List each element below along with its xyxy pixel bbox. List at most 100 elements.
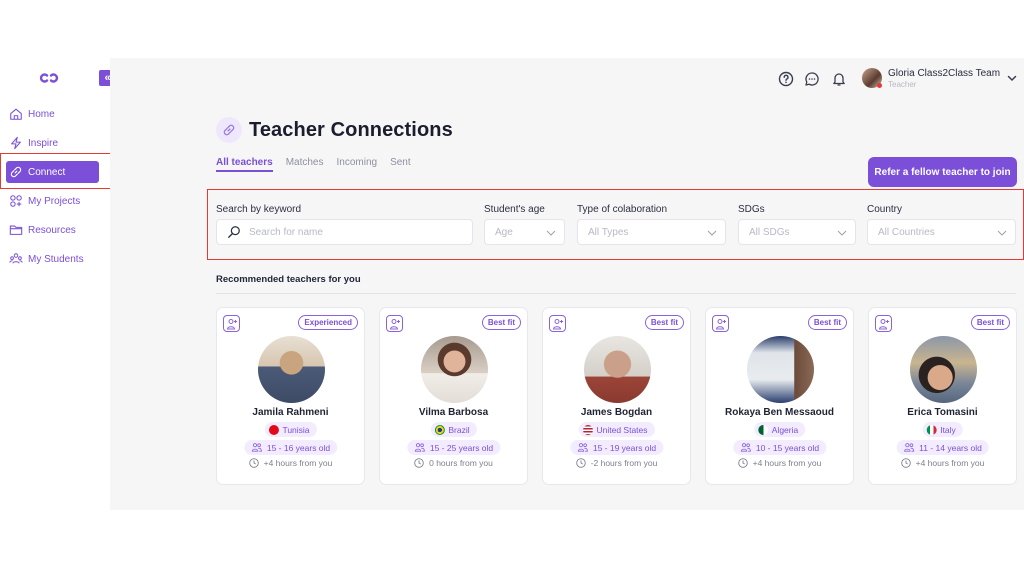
teacher-name[interactable]: Erica Tomasini — [869, 407, 1016, 418]
lightning-icon — [11, 136, 21, 150]
timezone: 0 hours from you — [380, 458, 527, 468]
sidebar-item-my-projects[interactable]: My Projects — [6, 190, 99, 212]
tab-sent[interactable]: Sent — [390, 157, 411, 172]
teacher-badge: Best fit — [807, 315, 847, 330]
age-filter: Student's age Age — [484, 204, 565, 245]
sidebar-item-my-students[interactable]: My Students — [6, 248, 99, 270]
teacher-badge: Best fit — [481, 315, 521, 330]
age-label: Student's age — [484, 204, 545, 215]
country-pill: Tunisia — [264, 422, 317, 437]
topbar: Gloria Class2Class Team Teacher — [764, 58, 1024, 100]
country-pill: Algeria — [753, 422, 806, 437]
title-link-icon-badge — [216, 117, 242, 143]
teacher-name[interactable]: Vilma Barbosa — [380, 407, 527, 418]
students-icon — [740, 443, 751, 452]
add-user-icon — [226, 318, 237, 329]
teacher-photo — [421, 336, 488, 403]
teacher-age-range: 15 - 19 years old — [592, 442, 657, 453]
home-icon — [10, 108, 22, 120]
teacher-name[interactable]: James Bogdan — [543, 407, 690, 418]
teacher-name[interactable]: Jamila Rahmeni — [217, 407, 364, 418]
divider — [216, 293, 1016, 294]
sidebar: « Home Inspire Connect My Projects Resou… — [0, 58, 116, 510]
country-pill: Italy — [922, 422, 963, 437]
sidebar-item-inspire[interactable]: Inspire — [6, 132, 99, 154]
age-select[interactable]: Age — [484, 219, 565, 245]
italy-flag-icon — [926, 424, 937, 435]
status-indicator — [877, 83, 882, 88]
teacher-photo — [910, 336, 977, 403]
chat-icon[interactable] — [804, 71, 820, 87]
sidebar-item-home[interactable]: Home — [6, 103, 99, 125]
teacher-name[interactable]: Rokaya Ben Messaoud — [706, 407, 853, 418]
teacher-card[interactable]: Best fit James Bogdan United States 15 -… — [542, 307, 691, 485]
keyword-filter: Search by keyword — [216, 204, 473, 245]
chevron-down-icon — [546, 230, 556, 236]
clock-icon — [414, 458, 424, 468]
country-select[interactable]: All Countries — [867, 219, 1016, 245]
clock-icon — [737, 458, 748, 468]
class2class-logo-icon[interactable] — [38, 72, 60, 84]
teacher-photo — [584, 336, 651, 403]
teacher-card[interactable]: Best fit Rokaya Ben Messaoud Algeria 10 … — [705, 307, 854, 485]
age-select-value: Age — [495, 226, 513, 238]
add-connection-button[interactable] — [386, 315, 403, 332]
teacher-photo — [747, 336, 814, 403]
sidebar-item-resources[interactable]: Resources — [6, 219, 99, 241]
teacher-timezone: +4 hours from you — [752, 458, 822, 468]
teacher-card[interactable]: Best fit Vilma Barbosa Brazil 15 - 25 ye… — [379, 307, 528, 485]
sdgs-filter: SDGs All SDGs — [738, 204, 856, 245]
age-pill: 15 - 19 years old — [569, 440, 664, 455]
tab-all-teachers[interactable]: All teachers — [216, 157, 273, 172]
teacher-card[interactable]: Best fit Erica Tomasini Italy 11 - 14 ye… — [868, 307, 1017, 485]
students-icon — [251, 443, 262, 452]
sidebar-item-label: Connect — [28, 166, 66, 178]
teacher-age-range: 15 - 25 years old — [429, 442, 494, 453]
section-title: Recommended teachers for you — [216, 274, 361, 285]
teacher-card[interactable]: Experienced Jamila Rahmeni Tunisia 15 - … — [216, 307, 365, 485]
collab-select[interactable]: All Types — [577, 219, 726, 245]
age-pill: 15 - 25 years old — [406, 440, 501, 455]
sidebar-item-label: My Students — [28, 253, 84, 265]
clock-icon — [900, 458, 911, 468]
teacher-country: Tunisia — [282, 424, 310, 435]
sidebar-item-connect[interactable]: Connect — [6, 161, 99, 183]
tab-matches[interactable]: Matches — [286, 157, 324, 172]
tunisia-flag-icon — [268, 424, 279, 435]
refer-teacher-button[interactable]: Refer a fellow teacher to join — [868, 157, 1017, 187]
bell-icon[interactable] — [831, 71, 847, 87]
help-icon[interactable] — [778, 71, 794, 87]
add-connection-button[interactable] — [875, 315, 892, 332]
sdgs-select[interactable]: All SDGs — [738, 219, 856, 245]
chevron-down-icon[interactable] — [1007, 73, 1017, 83]
chevron-down-icon — [707, 230, 717, 236]
sdgs-label: SDGs — [738, 204, 765, 215]
user-role: Teacher — [888, 80, 917, 89]
user-name[interactable]: Gloria Class2Class Team — [888, 68, 1000, 79]
timezone: +4 hours from you — [706, 458, 853, 468]
add-user-icon — [552, 318, 563, 329]
add-user-icon — [715, 318, 726, 329]
link-icon — [223, 124, 235, 136]
teacher-country: Brazil — [448, 424, 470, 435]
country-select-value: All Countries — [878, 226, 935, 238]
search-icon — [228, 226, 240, 238]
timezone: +4 hours from you — [869, 458, 1016, 468]
timezone: +4 hours from you — [217, 458, 364, 468]
country-filter: Country All Countries — [867, 204, 1016, 245]
teacher-country: Algeria — [771, 424, 799, 435]
keyword-label: Search by keyword — [216, 204, 302, 215]
teacher-age-range: 10 - 15 years old — [755, 442, 820, 453]
clock-icon — [248, 458, 259, 468]
teacher-country: United States — [596, 424, 648, 435]
students-icon — [577, 443, 588, 452]
age-pill: 10 - 15 years old — [732, 440, 827, 455]
tab-incoming[interactable]: Incoming — [337, 157, 378, 172]
collab-filter: Type of colaboration All Types — [577, 204, 726, 245]
search-input[interactable] — [249, 226, 472, 238]
keyword-field[interactable] — [216, 219, 473, 245]
add-connection-button[interactable] — [223, 315, 240, 332]
add-connection-button[interactable] — [712, 315, 729, 332]
united-states-flag-icon — [582, 424, 593, 435]
add-connection-button[interactable] — [549, 315, 566, 332]
